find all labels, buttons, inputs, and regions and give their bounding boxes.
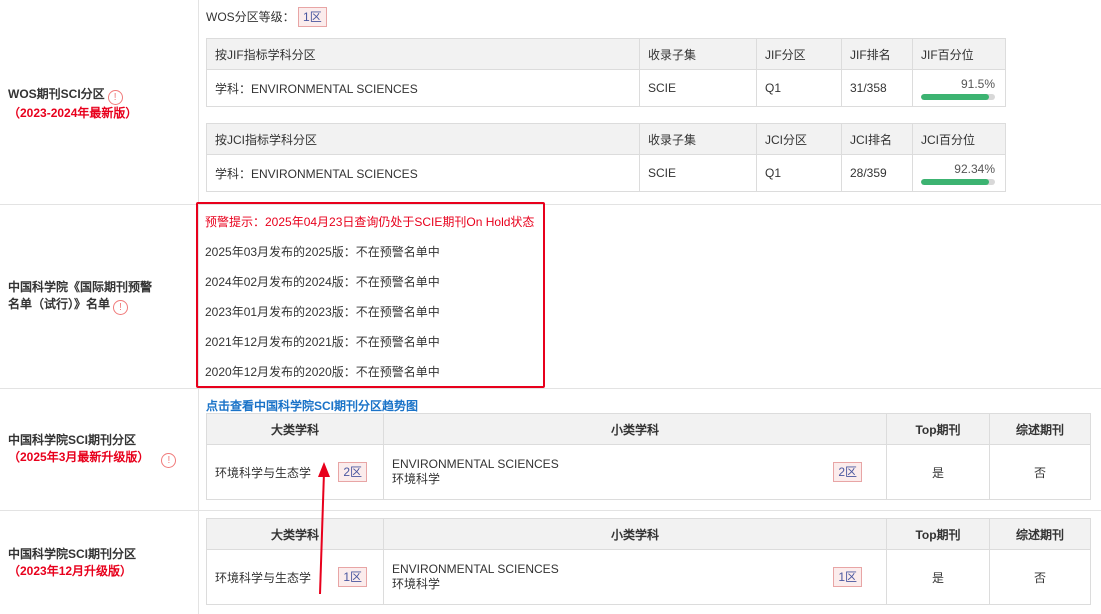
journal-zone-page: WOS期刊SCI分区! （2023-2024年最新版） WOS分区等级： 1区 … [0, 0, 1101, 614]
annotation-arrow-icon [318, 462, 330, 595]
